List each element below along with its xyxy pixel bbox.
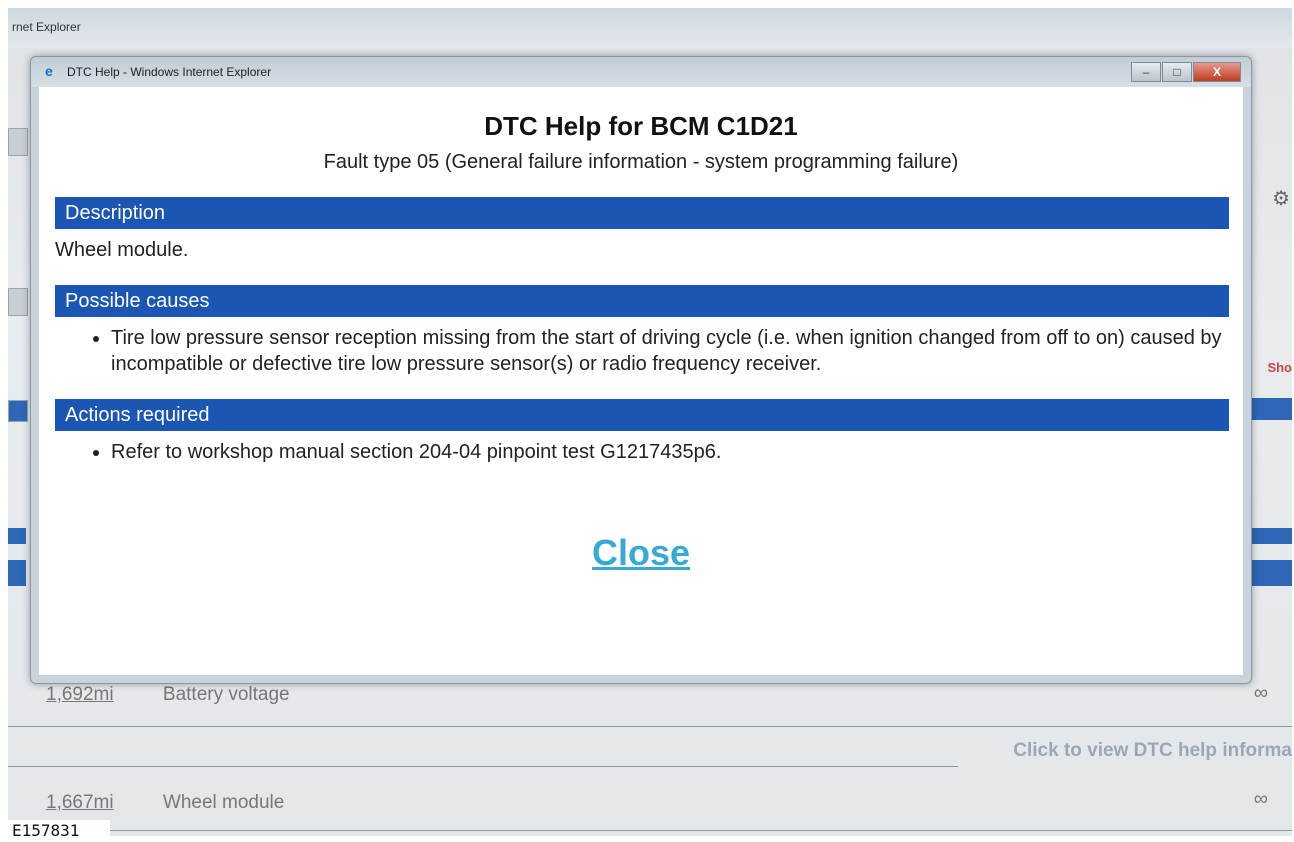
internet-explorer-icon: e (45, 63, 53, 79)
outer-window-title: rnet Explorer (12, 20, 81, 34)
maximize-button[interactable]: □ (1162, 62, 1192, 82)
popup-window-title: DTC Help - Windows Internet Explorer (67, 65, 272, 79)
outer-window-titlebar: rnet Explorer (8, 8, 1292, 48)
row-label: Wheel module (162, 792, 285, 813)
section-header-actions-required: Actions required (55, 399, 1229, 431)
close-link[interactable]: Close (39, 532, 1243, 574)
close-window-button[interactable]: X (1193, 62, 1241, 82)
background-tab-left (8, 128, 28, 156)
background-bar-right (1252, 398, 1292, 420)
background-bar-left (8, 560, 26, 586)
list-item: Refer to workshop manual section 204-04 … (111, 439, 1243, 465)
background-text-right: Sho (1267, 360, 1292, 375)
description-text: Wheel module. (55, 239, 189, 261)
minimize-button[interactable]: – (1131, 62, 1161, 82)
fault-type-subtitle: Fault type 05 (General failure informati… (323, 151, 959, 173)
figure-id-label: E157831 (8, 820, 110, 842)
background-tab-left (8, 288, 28, 316)
divider (8, 726, 1292, 727)
dtc-help-popup-window: e DTC Help - Windows Internet Explorer –… (30, 56, 1252, 684)
row-distance: 1,692mi (46, 684, 114, 705)
row-label: Battery voltage (162, 684, 290, 705)
popup-content: DTC Help for BCM C1D21 Fault type 05 (Ge… (39, 87, 1243, 675)
window-controls: – □ X (1130, 62, 1241, 82)
photographed-screen: rnet Explorer ⚙ Sho 1,692mi Battery volt… (8, 8, 1292, 836)
background-bar-left (8, 528, 26, 544)
popup-titlebar[interactable]: e DTC Help - Windows Internet Explorer –… (31, 57, 1251, 87)
background-bar-right (1252, 528, 1292, 544)
link-icon[interactable]: ∞ (1254, 788, 1268, 811)
section-header-possible-causes: Possible causes (55, 285, 1229, 317)
page-title: DTC Help for BCM C1D21 (484, 111, 798, 141)
divider (8, 766, 958, 767)
list-item: Tire low pressure sensor reception missi… (111, 325, 1243, 377)
actions-required-list: Refer to workshop manual section 204-04 … (55, 439, 1243, 465)
dtc-help-link[interactable]: Click to view DTC help informa (1013, 740, 1292, 762)
table-row[interactable]: 1,692mi Battery voltage (46, 684, 290, 706)
background-icon-right: ⚙ (1272, 188, 1290, 210)
section-header-description: Description (55, 197, 1229, 229)
background-bar-left (8, 400, 28, 422)
background-bar-right (1252, 560, 1292, 586)
table-row[interactable]: 1,667mi Wheel module (46, 792, 284, 814)
divider (8, 830, 1292, 831)
possible-causes-list: Tire low pressure sensor reception missi… (55, 325, 1243, 377)
row-distance: 1,667mi (46, 792, 114, 813)
link-icon[interactable]: ∞ (1254, 682, 1268, 705)
